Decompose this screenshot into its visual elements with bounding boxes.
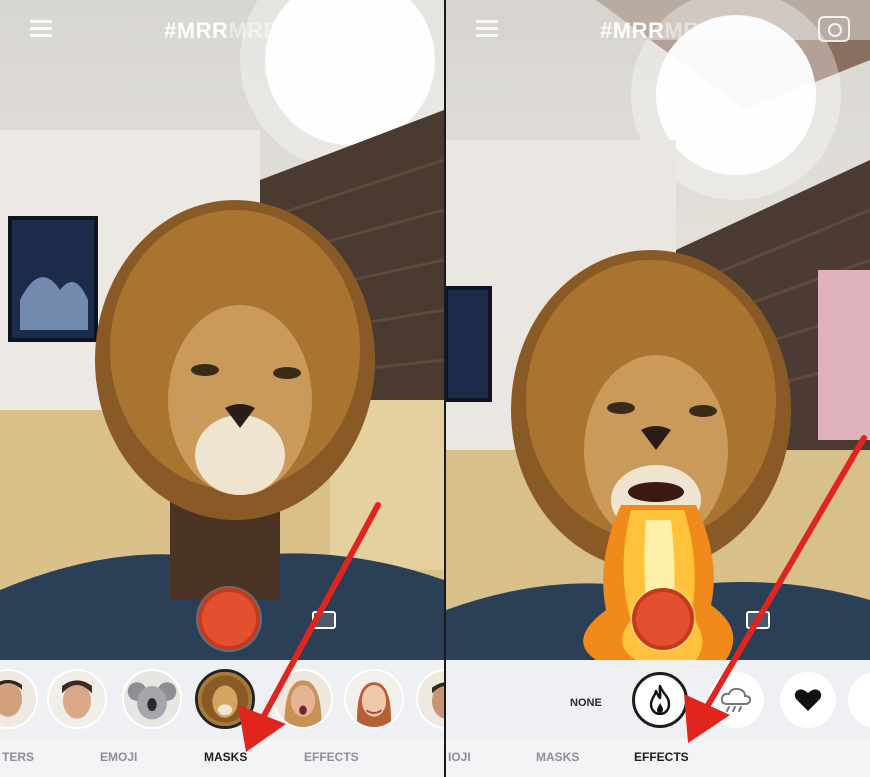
top-bar: #MRRMRR	[0, 0, 444, 64]
bottom-tab-bar: IOJI MASKS EFFECTS	[446, 738, 870, 777]
effect-fire-button[interactable]	[632, 672, 688, 728]
effect-rain-button[interactable]	[708, 672, 764, 728]
record-button[interactable]	[198, 588, 260, 650]
camera-scene-illustration	[0, 0, 444, 660]
tab-masks[interactable]: MASKS	[536, 750, 579, 764]
mask-thumbnail-lion[interactable]	[195, 669, 255, 729]
mask-thumbnail-avatar-woman-2[interactable]	[344, 669, 404, 729]
tab-effects[interactable]: EFFECTS	[304, 750, 359, 764]
mask-thumbnail-avatar-man-3[interactable]	[416, 669, 444, 729]
tab-masks[interactable]: MASKS	[204, 750, 247, 764]
right-screenshot-panel: #MRRMRR NONE IOJI MASKS EFFECTS	[446, 0, 870, 777]
left-screenshot-panel: #MRRMRR TERS EMOJI MASKS EFFECTS	[0, 0, 444, 777]
record-button[interactable]	[632, 588, 694, 650]
effect-heart-button[interactable]	[780, 672, 836, 728]
mask-thumbnail-koala[interactable]	[122, 669, 182, 729]
camera-preview: #MRRMRR	[0, 0, 444, 660]
tab-filters[interactable]: TERS	[2, 750, 34, 764]
app-logo: #MRRMRR	[600, 18, 716, 43]
mask-thumbnail-avatar-man-1[interactable]	[0, 669, 38, 729]
camera-scene-illustration	[446, 0, 870, 660]
effect-none-option[interactable]: NONE	[570, 697, 602, 709]
masks-tray	[0, 660, 444, 738]
heart-icon	[794, 689, 822, 711]
tab-emoji[interactable]: EMOJI	[100, 750, 137, 764]
fire-icon	[649, 685, 671, 715]
camera-preview: #MRRMRR	[446, 0, 870, 660]
app-logo: #MRRMRR	[164, 18, 280, 43]
top-bar: #MRRMRR	[446, 0, 870, 64]
flip-camera-icon[interactable]	[312, 611, 336, 629]
effects-tray: NONE	[446, 660, 870, 738]
bottom-tab-bar: TERS EMOJI MASKS EFFECTS	[0, 738, 444, 777]
tab-emoji[interactable]: IOJI	[448, 750, 471, 764]
tab-effects[interactable]: EFFECTS	[634, 750, 689, 764]
mask-thumbnail-avatar-woman-1[interactable]	[273, 669, 333, 729]
effect-more-button[interactable]	[848, 672, 870, 728]
rain-cloud-icon	[720, 687, 752, 712]
flip-camera-icon[interactable]	[746, 611, 770, 629]
camera-icon[interactable]	[818, 16, 850, 42]
camera-icon[interactable]	[392, 16, 424, 42]
mask-thumbnail-avatar-man-2[interactable]	[47, 669, 107, 729]
